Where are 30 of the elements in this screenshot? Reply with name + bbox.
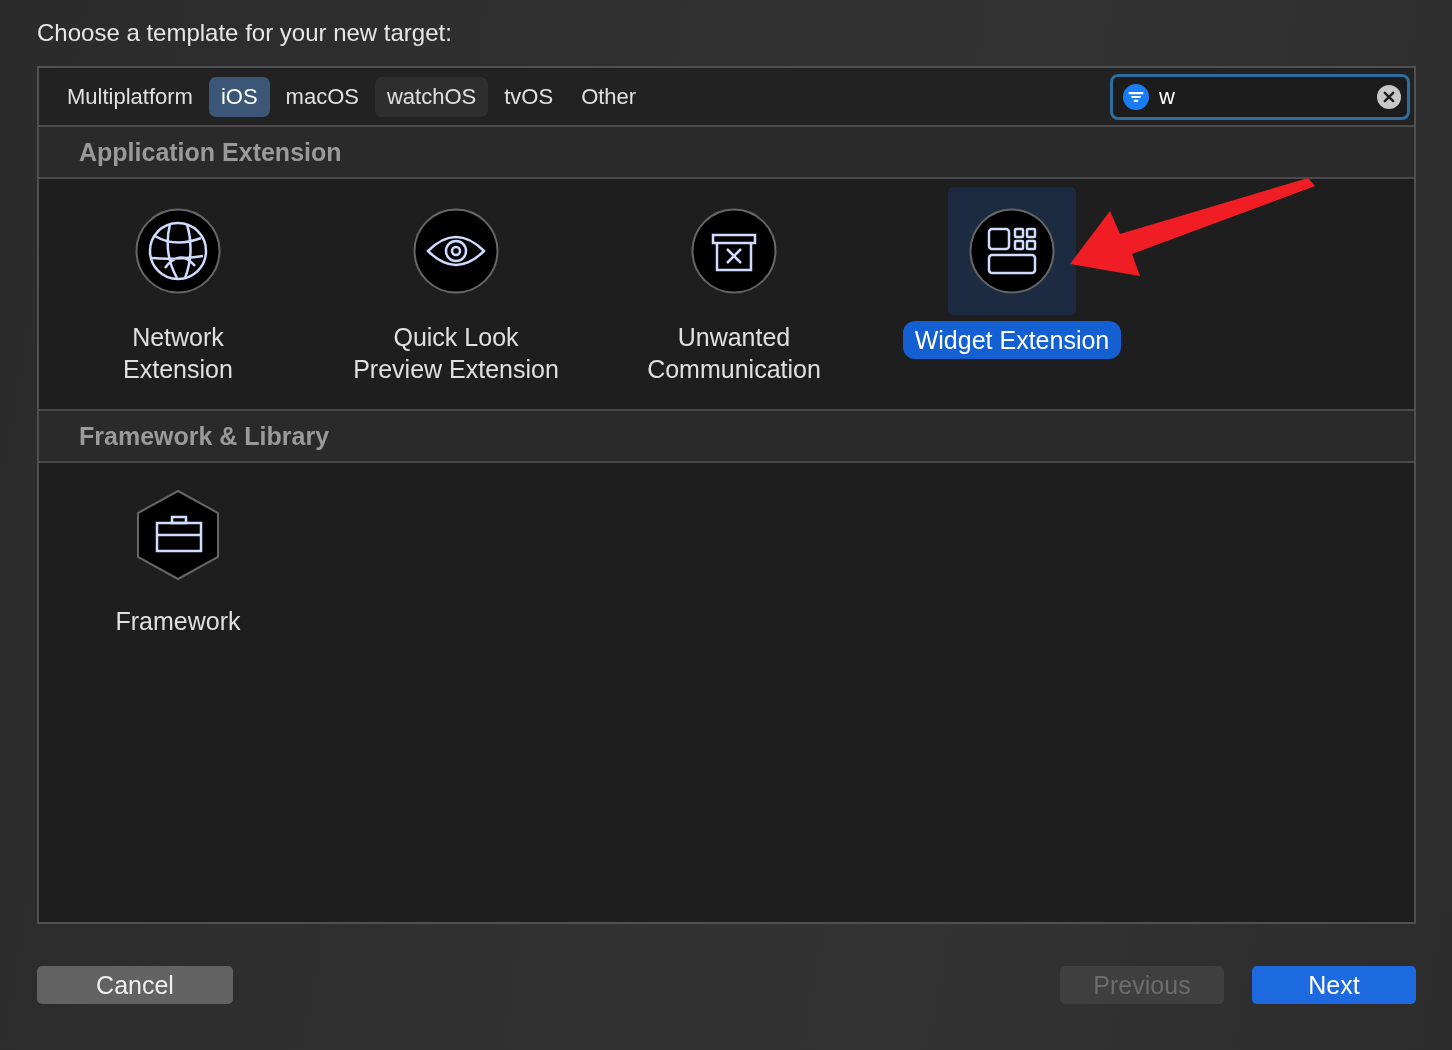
globe-icon xyxy=(135,208,221,294)
search-input[interactable]: w xyxy=(1157,82,1369,111)
eye-icon xyxy=(413,208,499,294)
platform-tab[interactable]: tvOS xyxy=(492,76,566,117)
section-title: Framework & Library xyxy=(79,421,330,451)
template-item[interactable]: Framework xyxy=(39,471,317,898)
template-label: Network Extension xyxy=(122,322,234,385)
template-label: Widget Extension xyxy=(902,321,1122,359)
platform-tab[interactable]: Other xyxy=(569,76,649,117)
section-title: Application Extension xyxy=(79,137,342,167)
cancel-button[interactable]: Cancel xyxy=(37,966,233,1004)
platform-tab[interactable]: iOS xyxy=(208,76,270,117)
platform-tab[interactable]: Multiplatform xyxy=(55,76,205,117)
template-label: Framework xyxy=(114,606,242,637)
template-item[interactable]: Unwanted Communication xyxy=(595,187,873,385)
template-label: Quick Look Preview Extension xyxy=(352,322,560,385)
clear-search-button[interactable] xyxy=(1377,84,1401,109)
template-item[interactable]: Widget Extension xyxy=(873,187,1151,385)
next-button[interactable]: Next xyxy=(1252,966,1416,1004)
widget-grid-icon xyxy=(969,208,1055,294)
template-item[interactable]: Quick Look Preview Extension xyxy=(317,187,595,385)
filter-icon xyxy=(1123,83,1149,110)
briefcase-icon xyxy=(135,489,221,581)
platform-tab[interactable]: macOS xyxy=(273,76,371,117)
template-item[interactable]: Network Extension xyxy=(39,187,317,385)
platform-tab[interactable]: watchOS xyxy=(374,76,489,117)
template-label: Unwanted Communication xyxy=(646,322,822,385)
crossed-box-icon xyxy=(691,208,777,294)
dialog-heading: Choose a template for your new target: xyxy=(37,18,453,48)
search-field[interactable]: w xyxy=(1110,73,1410,120)
